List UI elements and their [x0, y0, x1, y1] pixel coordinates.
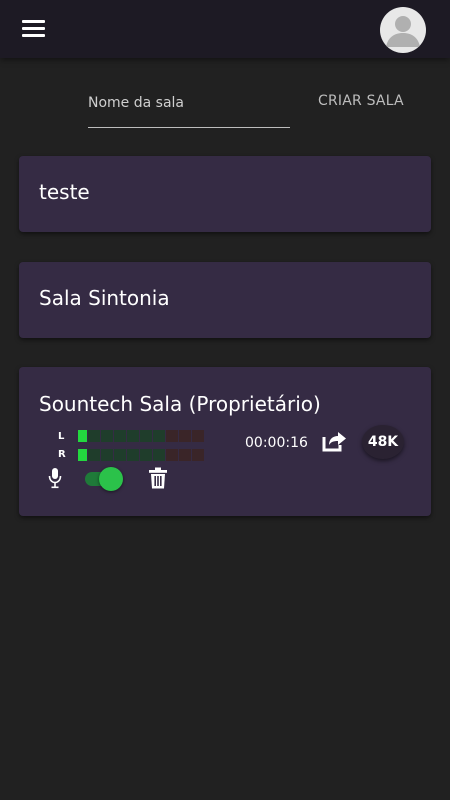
vu-right-segment: [153, 449, 165, 461]
vu-left-segment: [88, 430, 100, 442]
vu-right-segment: [114, 449, 126, 461]
vu-right-segment: [166, 449, 178, 461]
vu-right-segment: [140, 449, 152, 461]
vu-left-segment: [179, 430, 191, 442]
room-title: teste: [39, 180, 90, 204]
room-title: Sountech Sala (Proprietário): [39, 392, 321, 416]
room-title: Sala Sintonia: [39, 286, 170, 310]
room-card[interactable]: teste: [19, 156, 431, 232]
microphone-icon[interactable]: [48, 467, 62, 489]
stream-timer: 00:00:16: [245, 435, 308, 451]
vu-right-segment: [101, 449, 113, 461]
trash-icon[interactable]: [148, 467, 168, 489]
vu-right-label: R: [58, 449, 66, 460]
vu-left-segment: [192, 430, 204, 442]
vu-left-segment: [140, 430, 152, 442]
create-room-button[interactable]: CRIAR SALA: [318, 93, 404, 109]
vu-left-segment: [114, 430, 126, 442]
share-icon[interactable]: [321, 429, 347, 453]
bitrate-button[interactable]: 48K: [362, 425, 404, 459]
app-bar: [0, 0, 450, 58]
vu-meter-right: [78, 449, 216, 461]
microphone-toggle[interactable]: [83, 467, 123, 491]
vu-right-segment: [88, 449, 100, 461]
room-name-input[interactable]: [88, 92, 288, 114]
vu-left-segment: [127, 430, 139, 442]
vu-right-segment: [127, 449, 139, 461]
room-card[interactable]: Sala Sintonia: [19, 262, 431, 338]
room-name-field[interactable]: [88, 84, 290, 128]
vu-right-segment: [179, 449, 191, 461]
vu-left-segment: [101, 430, 113, 442]
vu-left-label: L: [58, 431, 65, 442]
menu-icon[interactable]: [22, 20, 46, 40]
room-card-owner[interactable]: Sountech Sala (Proprietário) L R 00:00:1…: [19, 367, 431, 516]
vu-right-segment: [78, 449, 87, 461]
account-avatar-icon[interactable]: [380, 7, 426, 53]
vu-left-segment: [153, 430, 165, 442]
toggle-thumb: [99, 467, 123, 491]
vu-meter-left: [78, 430, 216, 442]
vu-left-segment: [78, 430, 87, 442]
vu-right-segment: [192, 449, 204, 461]
vu-left-segment: [166, 430, 178, 442]
